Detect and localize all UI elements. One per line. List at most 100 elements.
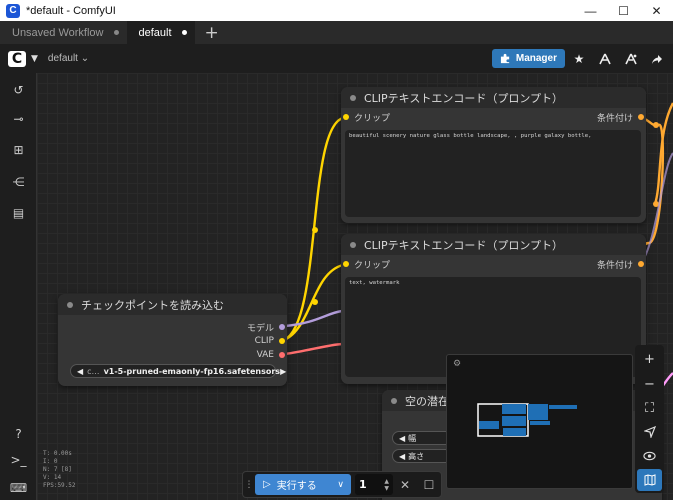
slot-label: 条件付け [596,260,633,271]
combo-prev-arrow-icon[interactable]: ◀ [399,434,405,443]
conditioning-output-slot[interactable]: 条件付け [597,257,644,271]
batch-count-stepper[interactable]: 1 ▲ ▼ [355,474,393,495]
chevron-down-icon[interactable]: ∨ [337,480,344,490]
minimize-button[interactable]: — [574,0,607,21]
model-output-slot[interactable]: モデル [247,320,285,334]
share-icon[interactable] [645,49,669,69]
drag-handle-icon[interactable]: ⋮ [243,480,255,490]
fit-view-icon[interactable]: ⛶ [635,397,664,419]
comfy-logo-icon[interactable]: C [8,50,26,67]
puzzle-icon [500,53,510,64]
zoom-in-icon[interactable]: + [635,348,664,370]
help-icon[interactable]: ? [0,424,37,444]
slot-label: 条件付け [596,113,633,124]
widget-label: 幅 [408,433,417,443]
node-header[interactable]: CLIPテキストエンコード（プロンプト） [341,87,646,108]
run-label: 実行する [276,481,317,492]
prompt-textarea[interactable]: beautiful scenery nature glass bottle la… [345,130,641,217]
link-visibility-icon[interactable] [635,445,664,467]
history-icon[interactable]: ↺ [0,80,37,100]
top-menu-bar: C ▼ default ⌄ Manager ★ [0,44,673,73]
tab-default[interactable]: default [126,21,195,44]
node-title: チェックポイントを読み込む [81,298,224,312]
manager-button[interactable]: Manager [491,49,565,68]
collapse-dot-icon[interactable] [391,397,397,404]
slot-dot-icon [279,338,285,344]
star-icon[interactable]: ★ [567,49,591,69]
vae-wire [284,342,343,356]
node-title: 空の潜在 [405,394,449,408]
workflow-tab-bar: Unsaved Workflow default + [0,21,673,44]
stat-iterations: I: 0 [43,458,58,465]
new-tab-button[interactable]: + [195,21,229,44]
chevron-down-icon[interactable]: ▼ [31,54,38,64]
collapse-dot-icon[interactable] [67,301,73,308]
tab-unsaved-workflow[interactable]: Unsaved Workflow [0,21,127,44]
unsaved-dot-icon [113,30,119,35]
close-window-button[interactable]: ✕ [640,0,673,21]
batch-count-value[interactable]: 1 [359,478,367,491]
slot-label: VAE [256,350,274,360]
stop-icon[interactable]: ☐ [417,478,441,492]
slot-label: CLIP [254,336,274,346]
minimap-icon[interactable] [637,469,662,491]
slot-dot-icon [279,352,285,358]
stat-fps: FPS:59.52 [43,482,76,489]
keyboard-icon[interactable]: ⌨ [0,478,37,498]
conditioning-output-slot[interactable]: 条件付け [597,110,644,124]
checkpoint-name-combo[interactable]: ◀ c… v1-5-pruned-emaonly-fp16.safetensor… [70,364,286,378]
collapse-dot-icon[interactable] [350,241,356,248]
node-title: CLIPテキストエンコード（プロンプト） [364,238,564,252]
manager-label: Manager [515,53,557,64]
combo-prev-arrow-icon[interactable]: ◀ [77,367,83,376]
workflows-icon[interactable]: ⋲ [0,172,37,192]
slot-label: クリップ [354,113,391,124]
stepper-arrows-icon[interactable]: ▲ ▼ [384,478,389,492]
canvas-tools: + − ⛶ [635,345,664,493]
workflow-dropdown[interactable]: default ⌄ [48,53,89,64]
select-tool-icon[interactable] [635,421,664,443]
combo-prev-arrow-icon[interactable]: ◀ [399,452,405,461]
model-download-icon[interactable] [593,49,617,69]
minimap[interactable]: ⚙ [446,354,633,489]
maximize-button[interactable]: ☐ [607,0,640,21]
slot-dot-icon [343,114,349,120]
tab-label: Unsaved Workflow [12,26,104,39]
terminal-icon[interactable]: >_ [0,450,37,470]
width-widget[interactable]: ◀ 幅 [392,431,452,445]
node-library-icon[interactable]: ⊸ [0,109,37,129]
zoom-out-icon[interactable]: − [635,373,664,395]
clip-input-slot[interactable]: クリップ [343,257,390,271]
combo-value: v1-5-pruned-emaonly-fp16.safetensors [103,366,281,376]
slot-dot-icon [638,114,644,120]
templates-icon[interactable]: ▤ [0,203,37,223]
clip-input-slot[interactable]: クリップ [343,110,390,124]
collapse-dot-icon[interactable] [350,94,356,101]
slot-dot-icon [343,261,349,267]
model-manager-icon[interactable] [619,49,643,69]
node-header[interactable]: チェックポイントを読み込む [58,294,287,315]
window-title: *default - ComfyUI [26,4,116,17]
tab-label: default [138,26,172,39]
slot-label: クリップ [354,260,391,271]
combo-next-arrow-icon[interactable]: ▶ [280,367,286,376]
cancel-icon[interactable]: ✕ [393,478,417,492]
vae-output-slot[interactable]: VAE [257,348,285,362]
stat-time: T: 0.00s [43,450,72,457]
height-widget[interactable]: ◀ 高さ [392,449,452,463]
clip-output-slot[interactable]: CLIP [255,334,285,348]
clip-text-encode-node-positive[interactable]: CLIPテキストエンコード（プロンプト） クリップ 条件付け beautiful… [341,87,646,223]
widget-label: 高さ [408,451,425,461]
checkpoint-loader-node[interactable]: チェックポイントを読み込む モデル CLIP VAE ◀ c… v1-5-pru… [58,294,287,386]
queue-run-button[interactable]: ▷ 実行する ∨ [255,474,351,495]
comfyui-app-icon: C [6,3,20,18]
slot-dot-icon [279,324,285,330]
play-icon: ▷ [263,479,271,490]
left-sidebar: ↺ ⊸ ⊞ ⋲ ▤ ? >_ ⌨ [0,73,37,500]
model-library-icon[interactable]: ⊞ [0,140,37,160]
node-header[interactable]: CLIPテキストエンコード（プロンプト） [341,234,646,255]
window-title-bar: C *default - ComfyUI — ☐ ✕ [0,0,673,21]
slot-dot-icon [638,261,644,267]
minimap-preview [477,403,577,437]
model-wire [284,309,343,328]
